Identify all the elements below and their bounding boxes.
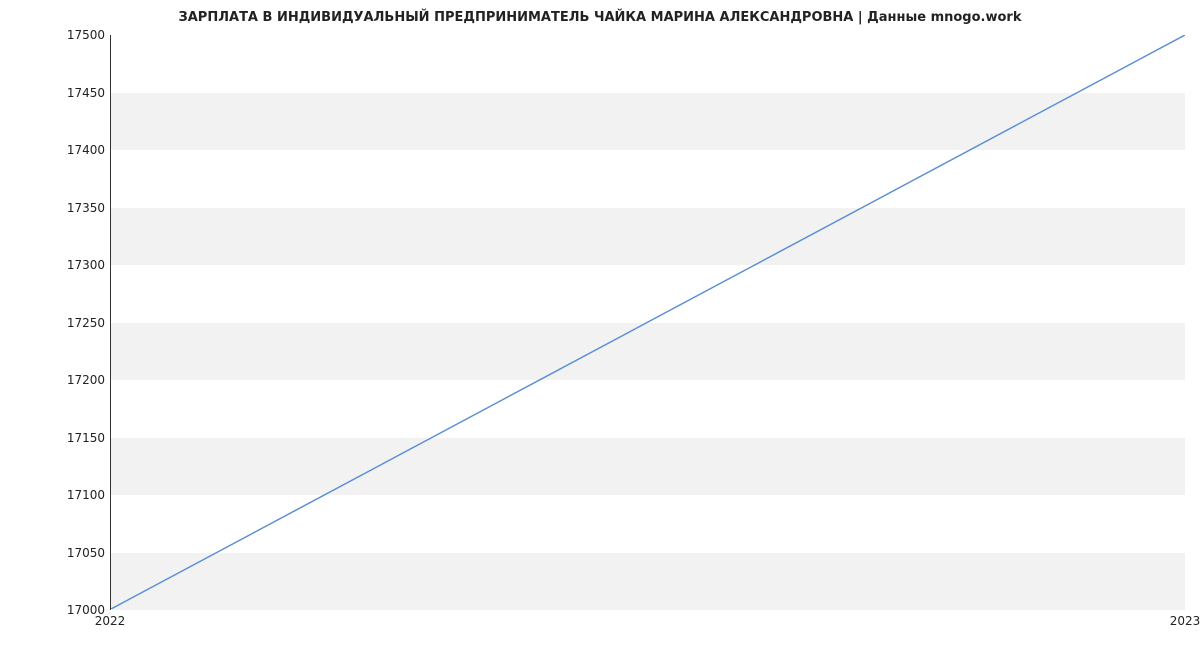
grid-band (111, 208, 1185, 266)
x-tick-label: 2023 (1170, 614, 1200, 628)
x-tick-label: 2022 (95, 614, 126, 628)
y-tick-label: 17350 (45, 201, 105, 215)
grid-band (111, 553, 1185, 611)
chart-title: ЗАРПЛАТА В ИНДИВИДУАЛЬНЫЙ ПРЕДПРИНИМАТЕЛ… (0, 10, 1200, 25)
y-tick-label: 17050 (45, 546, 105, 560)
y-tick-label: 17250 (45, 316, 105, 330)
grid-band (111, 438, 1185, 496)
y-tick-label: 17450 (45, 86, 105, 100)
plot-area (110, 35, 1185, 610)
y-tick-label: 17400 (45, 143, 105, 157)
grid-band (111, 323, 1185, 381)
y-tick-label: 17150 (45, 431, 105, 445)
y-tick-label: 17200 (45, 373, 105, 387)
grid-band (111, 93, 1185, 151)
y-tick-label: 17100 (45, 488, 105, 502)
y-tick-label: 17300 (45, 258, 105, 272)
y-tick-label: 17500 (45, 28, 105, 42)
